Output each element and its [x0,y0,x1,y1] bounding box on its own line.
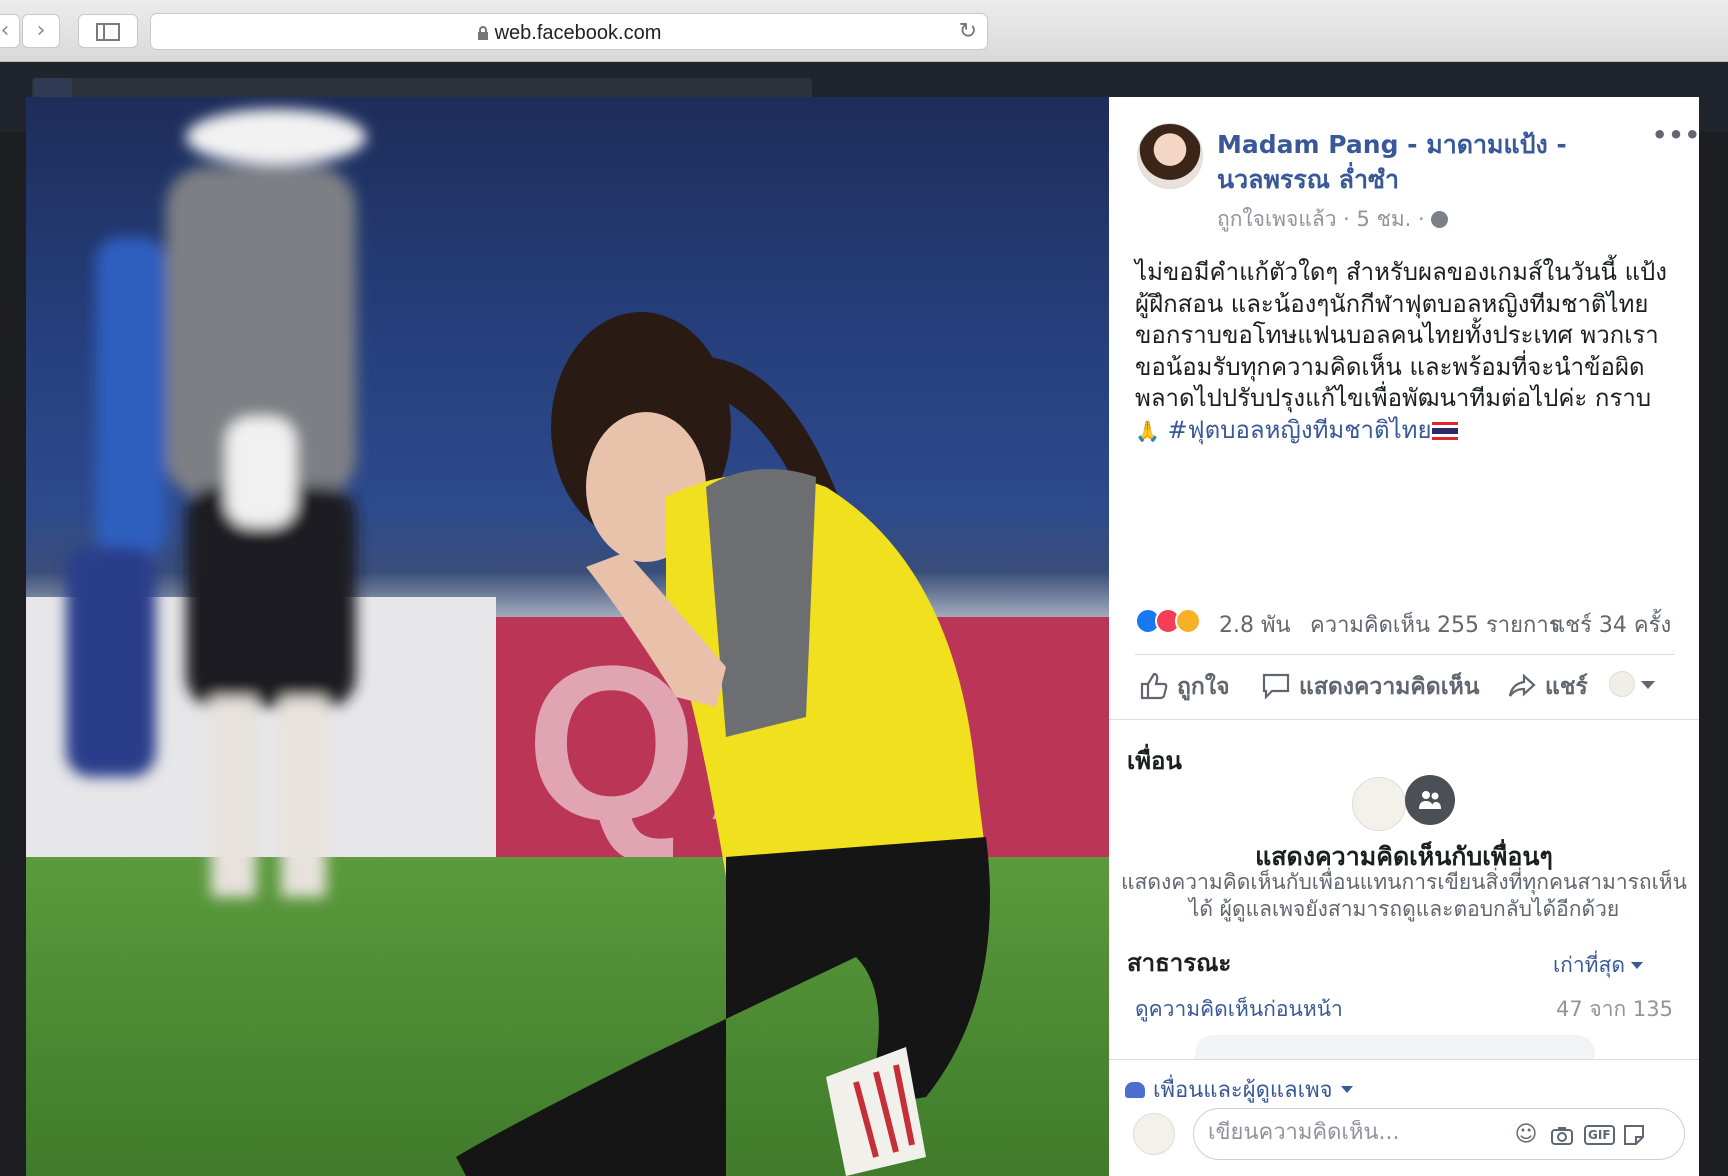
like-button[interactable]: ถูกใจ [1139,669,1230,705]
friend-avatar [1352,777,1406,831]
chevron-down-icon [1630,962,1643,969]
share-button[interactable]: แชร์ [1507,669,1588,705]
user-avatar [1609,671,1635,697]
comment-bubble-icon [1262,673,1290,700]
comment-pager: 47 จาก 135 [1556,997,1673,1021]
photo-figures [66,109,990,1176]
share-count[interactable]: แชร์ 34 ครั้ง [1551,607,1671,642]
page-name-link[interactable]: Madam Pang - มาดามแป้ง - นวลพรรณ ล่ำซำ [1217,127,1617,197]
gif-label: GIF [1584,1125,1615,1145]
pray-emoji-icon: 🙏 [1135,418,1160,443]
comment-label: แสดงความคิดเห็น [1299,674,1480,700]
like-label: ถูกใจ [1177,674,1230,700]
sad-reaction-icon [1175,608,1201,634]
globe-icon[interactable] [1431,211,1449,228]
thai-flag-icon [1431,421,1458,440]
address-text-wrap: web.facebook.com [151,22,987,45]
share-label: แชร์ [1545,674,1588,700]
comment-input-box[interactable]: ☺ GIF [1193,1108,1685,1160]
lock-icon [477,26,488,40]
divider [1135,654,1675,655]
emoji-icon[interactable]: ☺ [1512,1121,1540,1149]
post-meta-text: ถูกใจเพจแล้ว · 5 ชม. · [1217,207,1425,231]
friends-section-title: เพื่อน [1127,747,1182,775]
chevron-down-icon [1340,1086,1353,1093]
comment-composer: เพื่อนและผู้ดูแลเพจ ☺ GIF [1109,1059,1699,1176]
hashtag-link[interactable]: #ฟุตบอลหญิงทีมชาติไทย [1168,416,1432,444]
share-arrow-icon [1508,673,1536,697]
audience-selector[interactable]: เพื่อนและผู้ดูแลเพจ [1125,1072,1353,1107]
gif-icon[interactable]: GIF [1584,1121,1615,1149]
back-button[interactable]: ‹ [0,14,20,48]
reaction-icons [1135,608,1211,634]
url-text: web.facebook.com [494,22,662,44]
friends-promo-body: แสดงความคิดเห็นกับเพื่อนแทนการเขียนสิ่งท… [1120,870,1687,921]
sort-label: เก่าที่สุด [1553,953,1625,977]
divider [1109,719,1699,720]
forward-button[interactable]: › [22,14,60,48]
people-glyph-icon [1419,791,1441,809]
address-bar[interactable]: web.facebook.com ↻ [150,13,988,50]
post-text: ไม่ขอมีคำแก้ตัวใดๆ สำหรับผลของเกมส์ในวัน… [1135,258,1667,412]
browser-toolbar: ‹ › web.facebook.com ↻ [0,0,1728,62]
post-meta: ถูกใจเพจแล้ว · 5 ชม. · [1217,203,1449,236]
forward-arrow-icon: › [36,18,46,43]
comment-count[interactable]: ความคิดเห็น 255 รายการ [1310,607,1561,642]
view-previous-comments-link[interactable]: ดูความคิดเห็นก่อนหน้า [1135,993,1343,1026]
post-photo[interactable]: QA [26,97,1109,1176]
reactions-summary[interactable]: 2.8 พัน ความคิดเห็น 255 รายการ แชร์ 34 ค… [1135,605,1675,638]
sidebar-icon [96,23,120,41]
back-arrow-icon: ‹ [0,18,10,43]
sticker-icon[interactable] [1620,1121,1648,1149]
comment-input[interactable] [1208,1120,1488,1145]
chevron-down-icon [1641,681,1655,689]
reaction-count[interactable]: 2.8 พัน [1219,607,1291,642]
post-body: ไม่ขอมีคำแก้ตัวใดๆ สำหรับผลของเกมส์ในวัน… [1135,257,1675,447]
more-options-icon[interactable]: ••• [1652,121,1701,149]
my-avatar [1133,1113,1175,1155]
post-side-panel: Madam Pang - มาดามแป้ง - นวลพรรณ ล่ำซำ •… [1109,97,1701,1176]
comment-button[interactable]: แสดงความคิดเห็น [1261,669,1479,705]
sidebar-toggle-button[interactable] [78,14,138,48]
identity-selector[interactable] [1609,669,1659,703]
group-icon [1405,775,1455,825]
audience-label: เพื่อนและผู้ดูแลเพจ [1153,1078,1333,1103]
sort-dropdown[interactable]: เก่าที่สุด [1553,949,1643,982]
reload-icon[interactable]: ↻ [959,19,977,44]
people-icon [1125,1082,1145,1098]
camera-icon[interactable] [1548,1121,1576,1149]
thumbs-up-icon [1140,672,1168,700]
page-avatar[interactable] [1137,123,1203,189]
public-section-title: สาธารณะ [1127,949,1232,977]
